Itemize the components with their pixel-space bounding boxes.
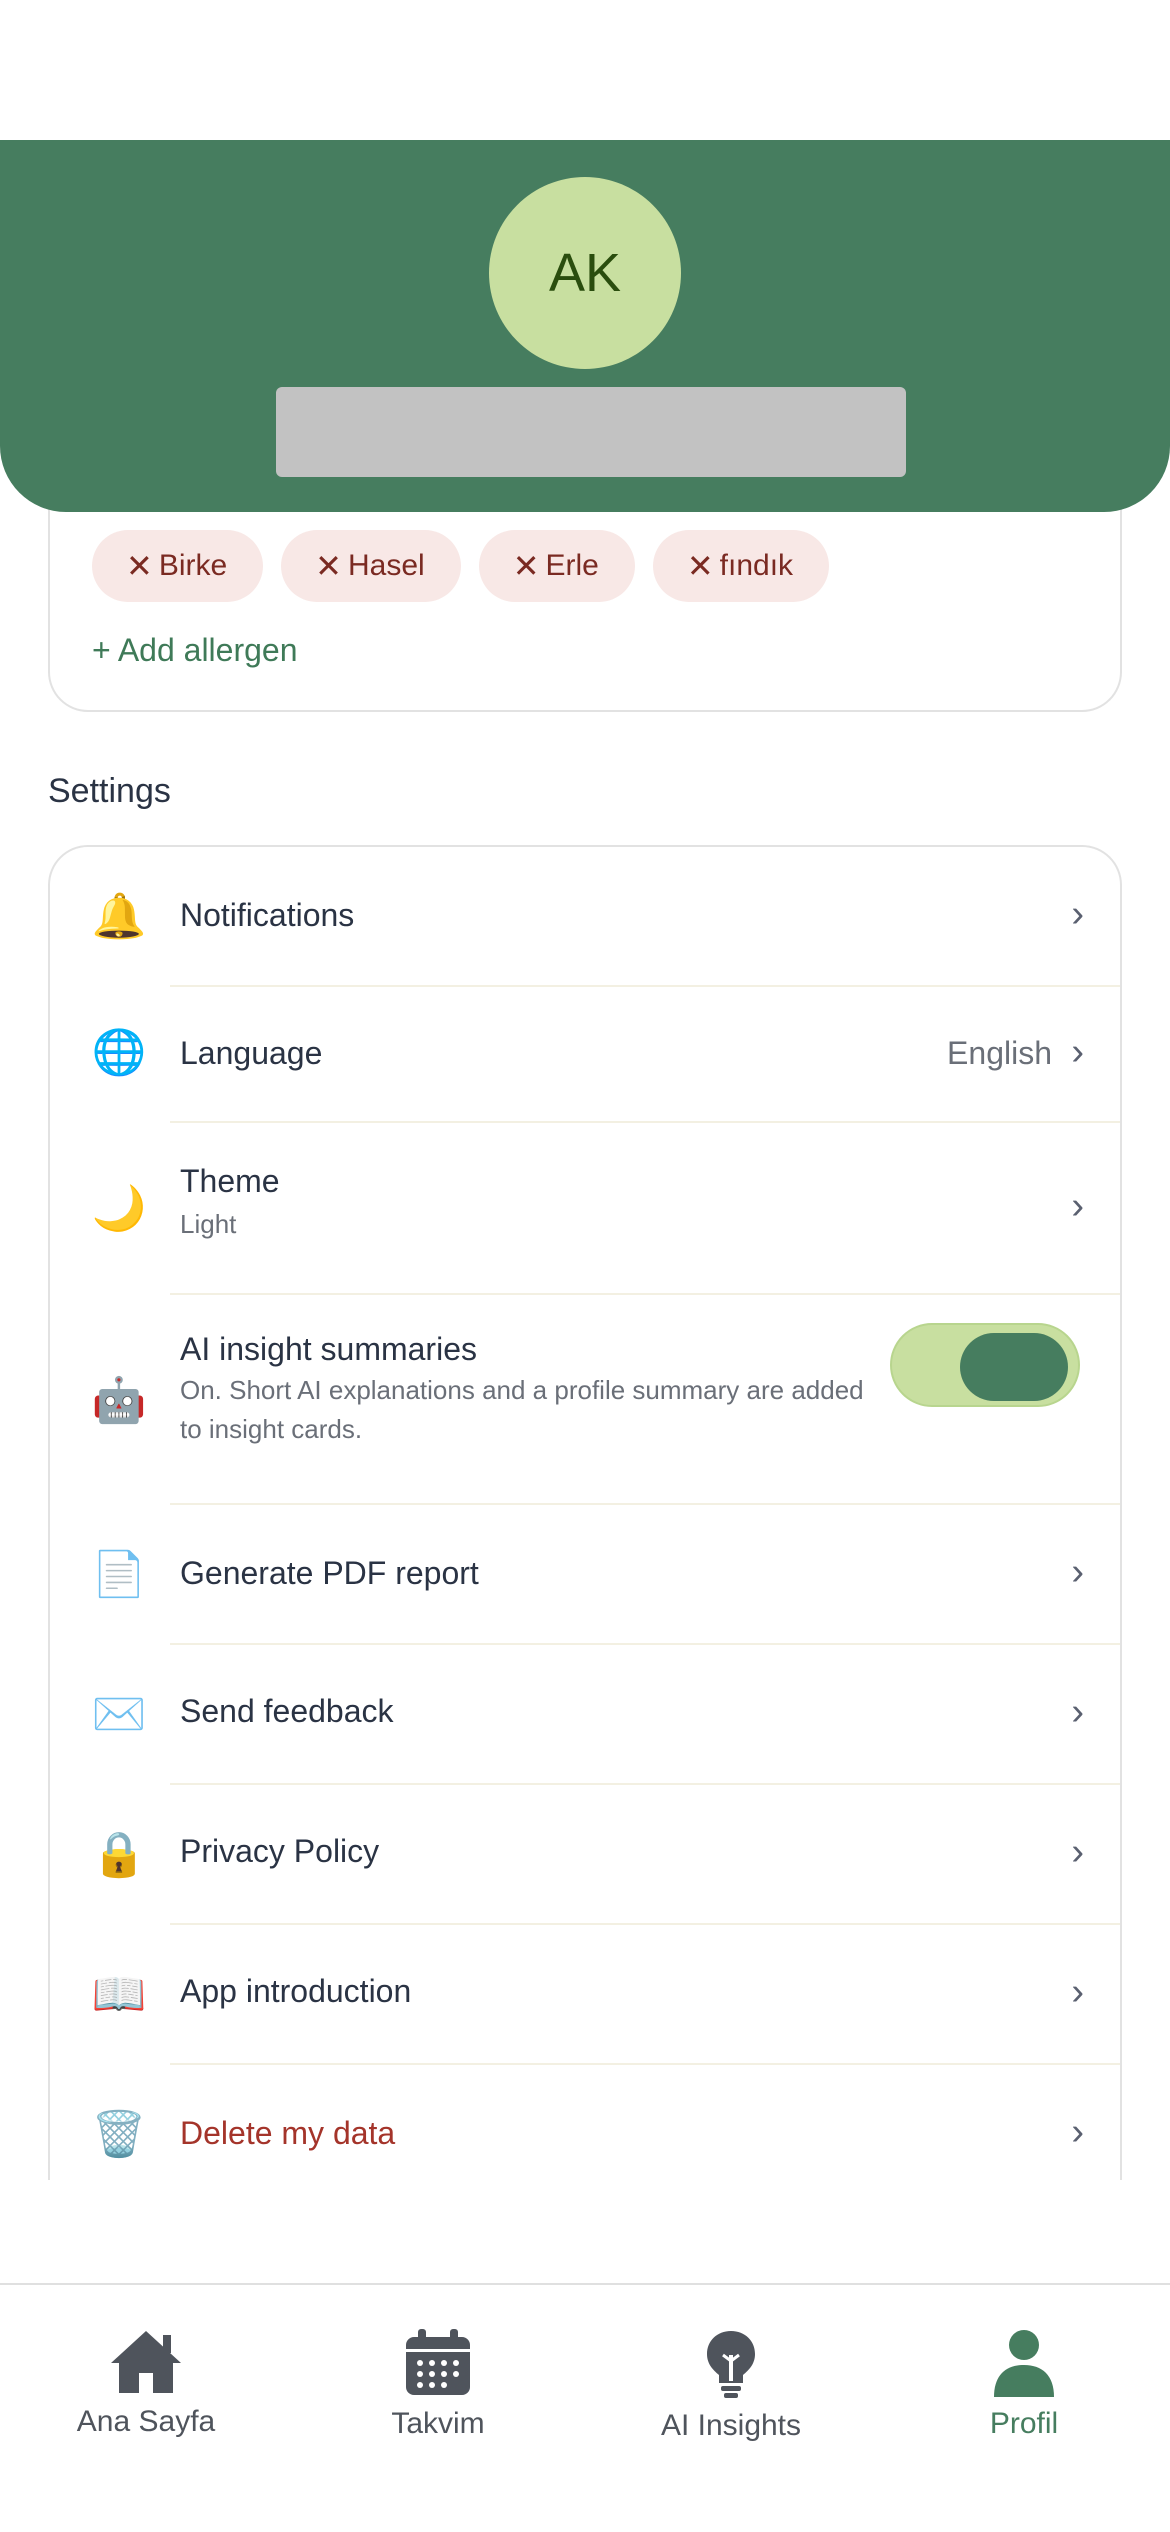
moon-icon: 🌙 [91,1184,147,1233]
globe-icon: 🌐 [91,1028,147,1077]
ai-summary-description: On. Short AI explanations and a profile … [180,1375,864,1444]
allergen-chip-label: Erle [545,549,599,582]
remove-icon[interactable]: ✕ [513,547,540,585]
profile-header: AK [0,140,1170,512]
chevron-right-icon: › [1071,1551,1084,1593]
nav-item-home[interactable]: Ana Sayfa [26,2329,266,2439]
chevron-right-icon: › [1071,1031,1084,1073]
user-name-redacted [276,387,906,477]
nav-item-calendar[interactable]: Takvim [318,2329,558,2441]
allergen-chip-label: Birke [158,549,228,582]
allergen-chip[interactable]: ✕ Birke [92,530,264,602]
settings-row-label: Theme [180,1163,280,1199]
document-icon: 📄 [91,1550,147,1599]
chevron-right-icon: › [1071,893,1084,935]
settings-row-label: Privacy Policy [180,1833,380,1869]
nav-label: Takvim [391,2407,485,2440]
settings-row-label: Language [180,1035,323,1071]
chevron-right-icon: › [1071,1185,1084,1227]
toggle-knob [960,1333,1068,1401]
remove-icon[interactable]: ✕ [315,547,342,585]
settings-row-label: Delete my data [180,2115,396,2151]
trash-icon: 🗑️ [91,2110,147,2159]
nav-item-profile[interactable]: Profil [904,2329,1144,2441]
settings-row-label: AI insight summaries [180,1331,477,1367]
home-icon [111,2331,181,2393]
avatar[interactable]: AK [489,177,681,369]
remove-icon[interactable]: ✕ [126,547,153,585]
settings-row-label: Send feedback [180,1693,394,1729]
settings-row-generate-pdf-report[interactable]: 📄 Generate PDF report › [50,1505,1120,1643]
nav-label: Profil [989,2407,1059,2440]
allergen-chip-list: ✕ Birke ✕ Hasel ✕ Erle ✕ fındık [92,530,830,602]
add-allergen-button[interactable]: + Add allergen [92,632,298,669]
settings-row-theme[interactable]: 🌙 Theme Light › [50,1123,1120,1293]
profile-screen: AK ✕ Birke ✕ Hasel ✕ Erle ✕ fındık + Add… [0,0,1170,2532]
allergen-chip[interactable]: ✕ Erle [478,530,635,602]
allergen-chip[interactable]: ✕ Hasel [281,530,461,602]
language-value: English [947,1035,1052,1071]
robot-icon: 🤖 [91,1376,147,1425]
chevron-right-icon: › [1071,2111,1084,2153]
chevron-right-icon: › [1071,1971,1084,2013]
calendar-icon [406,2329,470,2395]
bottom-navigation: Ana Sayfa Takvim AI Insights Profil [0,2283,1170,2532]
allergen-chip-label: fındık [719,549,794,582]
chevron-right-icon: › [1071,1831,1084,1873]
settings-row-label: App introduction [180,1973,412,2009]
book-icon: 📖 [91,1970,147,2019]
nav-label: Ana Sayfa [76,2405,216,2438]
bell-icon: 🔔 [91,892,147,941]
lock-icon: 🔒 [91,1830,147,1879]
allergen-chip[interactable]: ✕ fındık [652,530,830,602]
nav-label: AI Insights [660,2409,802,2442]
settings-row-ai-insight-summaries: 🤖 AI insight summaries On. Short AI expl… [50,1295,1120,1503]
lightbulb-icon [707,2331,755,2398]
remove-icon[interactable]: ✕ [687,547,714,585]
settings-row-label: Notifications [180,897,355,933]
nav-item-ai-insights[interactable]: AI Insights [611,2329,851,2443]
settings-card: 🔔 Notifications › 🌐 Language English › 🌙… [48,845,1122,2180]
settings-row-app-introduction[interactable]: 📖 App introduction › [50,1925,1120,2063]
settings-row-send-feedback[interactable]: ✉️ Send feedback › [50,1645,1120,1783]
settings-row-label: Generate PDF report [180,1555,479,1591]
settings-section-title: Settings [48,772,171,810]
allergen-chip-label: Hasel [347,549,425,582]
person-icon [994,2330,1054,2397]
ai-summary-toggle[interactable] [890,1323,1080,1407]
settings-row-delete-my-data[interactable]: 🗑️ Delete my data › [50,2065,1120,2180]
envelope-icon: ✉️ [91,1690,147,1739]
settings-row-notifications[interactable]: 🔔 Notifications › [50,847,1120,985]
theme-value: Light [180,1209,237,1239]
chevron-right-icon: › [1071,1691,1084,1733]
settings-row-privacy-policy[interactable]: 🔒 Privacy Policy › [50,1785,1120,1923]
settings-row-language[interactable]: 🌐 Language English › [50,987,1120,1121]
